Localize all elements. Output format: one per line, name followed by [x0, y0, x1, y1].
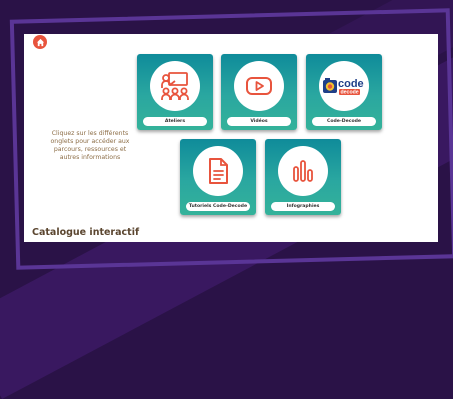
tile-label: Ateliers — [143, 117, 207, 126]
svg-text:decode: decode — [341, 90, 359, 96]
home-icon — [36, 38, 44, 46]
tile-infographies[interactable]: Infographies — [265, 139, 341, 215]
instructions-text: Cliquez sur les différents onglets pour … — [50, 130, 130, 161]
tile-label: Tutoriels Code-Decode — [186, 202, 250, 211]
page-title: Catalogue interactif — [32, 227, 140, 238]
document-icon — [209, 158, 228, 184]
code-decode-logo: code decode — [323, 78, 364, 96]
workshop-icon — [161, 72, 189, 100]
svg-text:code: code — [338, 78, 364, 90]
video-play-icon — [246, 77, 272, 95]
tile-label: Code-Decode — [312, 117, 376, 126]
catalogue-panel: Cliquez sur les différents onglets pour … — [24, 34, 438, 242]
bar-chart-icon — [293, 160, 313, 182]
tile-videos[interactable]: Vidéos — [221, 54, 297, 130]
tile-label: Infographies — [271, 202, 335, 211]
tile-tutoriels[interactable]: Tutoriels Code-Decode — [180, 139, 256, 215]
tile-code-decode[interactable]: code decode Code-Decode — [306, 54, 382, 130]
tile-label: Vidéos — [227, 117, 291, 126]
tile-ateliers[interactable]: Ateliers — [137, 54, 213, 130]
home-button[interactable] — [33, 35, 47, 49]
